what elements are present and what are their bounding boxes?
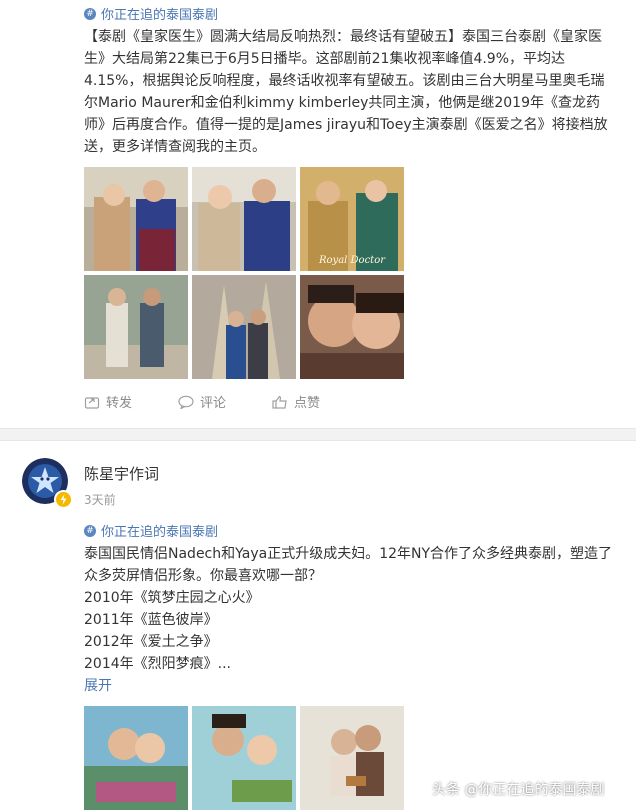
repost-icon	[84, 396, 100, 409]
post-image-3[interactable]: Royal Doctor	[300, 167, 404, 271]
post-line: 2011年《蓝色彼岸》	[84, 612, 218, 628]
username[interactable]: 陈星宇作词	[84, 463, 159, 484]
topic-label: 你正在追的泰国泰剧	[101, 525, 219, 540]
like-button[interactable]: 点赞	[272, 392, 366, 411]
post-line: 2010年《筑梦庄园之心火》	[84, 590, 260, 606]
image-couple-walking	[84, 275, 188, 379]
post-image-2[interactable]	[192, 706, 296, 810]
post-line: 2014年《烈阳梦痕》...	[84, 656, 231, 672]
comment-label: 评论	[200, 396, 227, 411]
image-royal-doctor-poster: Royal Doctor	[300, 167, 404, 271]
image-couple-temple	[192, 275, 296, 379]
image-drama-poster-2	[192, 706, 296, 810]
repost-button[interactable]: 转发	[84, 392, 178, 411]
image-couple-thai-costume	[84, 167, 188, 271]
image-grid: Royal Doctor	[84, 167, 404, 379]
repost-label: 转发	[106, 396, 133, 411]
post-image-3[interactable]	[300, 706, 404, 810]
post-text: 【泰剧《皇家医生》圆满大结局反响热烈：最终话有望破五】泰国三台泰剧《皇家医生》大…	[84, 26, 614, 158]
post-image-1[interactable]	[84, 167, 188, 271]
topic-hash-icon: #	[84, 7, 96, 20]
post-line: 2012年《爱土之争》	[84, 634, 218, 650]
post-image-1[interactable]	[84, 706, 188, 810]
post-time: 3天前	[84, 493, 116, 507]
post-line: 泰国国民情侣Nadech和Yaya正式升级成夫妇。12年NY合作了众多经典泰剧，…	[84, 546, 613, 584]
verified-badge-icon	[54, 490, 73, 509]
topic-label: 你正在追的泰国泰剧	[101, 8, 219, 23]
post-paragraph: 【泰剧《皇家医生》圆满大结局反响热烈：最终话有望破五】泰国三台泰剧《皇家医生》大…	[84, 29, 608, 155]
topic-hash-icon: #	[84, 524, 96, 537]
image-drama-poster-3	[300, 706, 404, 810]
post-image-4[interactable]	[84, 275, 188, 379]
topic-link[interactable]: # 你正在追的泰国泰剧	[84, 521, 218, 540]
image-grid	[84, 706, 404, 810]
image-drama-poster-1	[84, 706, 188, 810]
thumbs-up-icon	[272, 395, 287, 409]
like-label: 点赞	[294, 396, 321, 411]
post-actions: 转发 评论 点赞	[84, 392, 366, 411]
post-image-6[interactable]	[300, 275, 404, 379]
comment-icon	[178, 395, 194, 409]
topic-link[interactable]: # 你正在追的泰国泰剧	[84, 4, 218, 23]
poster-caption: Royal Doctor	[318, 255, 386, 266]
post-image-2[interactable]	[192, 167, 296, 271]
watermark: 头条 @你正在追的泰国泰剧	[432, 782, 605, 798]
post-image-5[interactable]	[192, 275, 296, 379]
image-couple-closeup	[300, 275, 404, 379]
post-text: 泰国国民情侣Nadech和Yaya正式升级成夫妇。12年NY合作了众多经典泰剧，…	[84, 543, 614, 675]
expand-link[interactable]: 展开	[84, 675, 112, 695]
comment-button[interactable]: 评论	[178, 392, 272, 411]
image-couple-laughing	[192, 167, 296, 271]
post-divider	[0, 428, 636, 441]
